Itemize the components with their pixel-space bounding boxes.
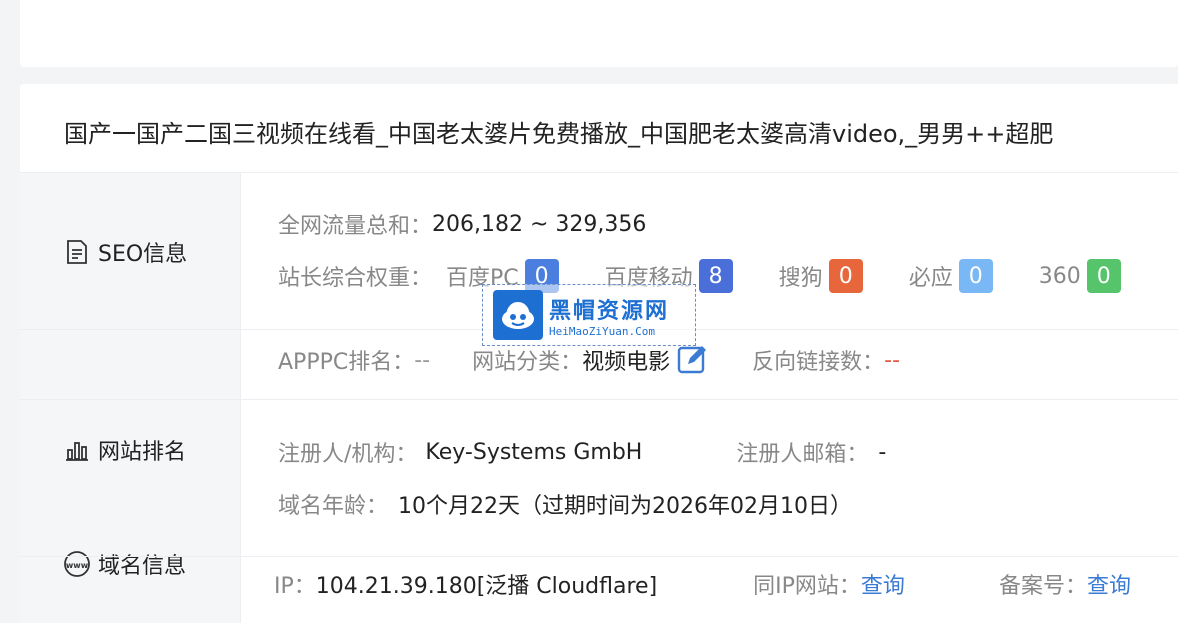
icp-label: 备案号：	[998, 574, 1087, 599]
engine-bing: 必应	[908, 266, 953, 291]
www-icon: www	[62, 549, 92, 579]
traffic-row: 全网流量总和： 206,182 ~ 329,356	[278, 208, 646, 240]
edit-icon[interactable]	[676, 343, 710, 377]
watermark-logo-icon	[493, 290, 543, 340]
badge-baidu-mobile[interactable]: 8	[698, 259, 733, 293]
age-row: 域名年龄： 10个月22天（过期时间为2026年02月10日）	[278, 488, 852, 520]
info-content: 全网流量总和： 206,182 ~ 329,356 站长综合权重： 百度PC 0…	[242, 172, 1178, 623]
site-info-card: 国产一国产二国三视频在线看_中国老太婆片免费播放_中国肥老太婆高清video,_…	[20, 84, 1178, 623]
sidebar-label-rank: 网站排名	[98, 440, 187, 465]
rank-row: APPPC排名： -- 网站分类： 视频电影 反向链接数： --	[278, 342, 900, 378]
same-ip-query-link[interactable]: 查询	[861, 568, 905, 600]
traffic-value: 206,182 ~ 329,356	[432, 211, 647, 237]
sidebar-label-seo: SEO信息	[98, 242, 188, 267]
ip-label: IP：	[274, 574, 316, 599]
ip-row: IP： 104.21.39.180[泛播 Cloudflare] 同IP网站： …	[274, 568, 1131, 600]
watermark-en: HeiMaoZiYuan.Com	[549, 324, 655, 338]
watermark-cn: 黑帽资源网	[549, 298, 670, 324]
apppc-label: APPPC排名：	[278, 350, 415, 375]
backlinks-value: --	[884, 347, 901, 373]
document-icon	[62, 237, 92, 267]
age-label: 域名年龄：	[278, 494, 389, 519]
sidebar-item-rank: 网站排名	[20, 414, 241, 486]
engine-360: 360	[1038, 263, 1081, 289]
registrant-label: 注册人/机构：	[278, 442, 418, 467]
badge-sogou[interactable]: 0	[828, 259, 863, 293]
same-ip-label: 同IP网站：	[753, 574, 861, 599]
site-title: 国产一国产二国三视频在线看_中国老太婆片免费播放_中国肥老太婆高清video,_…	[64, 120, 1054, 148]
registrant-row: 注册人/机构： Key-Systems GmbH 注册人邮箱： -	[278, 436, 886, 468]
sidebar-item-seo: SEO信息	[20, 212, 241, 292]
top-card	[20, 0, 1178, 67]
apppc-value: --	[414, 347, 431, 373]
category-value: 视频电影	[582, 350, 671, 375]
engine-sogou: 搜狗	[778, 266, 823, 291]
svg-text:www: www	[66, 561, 89, 570]
ip-value: 104.21.39.180[泛播 Cloudflare]	[315, 574, 658, 599]
watermark: 黑帽资源网 HeiMaoZiYuan.Com	[482, 284, 696, 346]
email-value: -	[878, 439, 887, 465]
bar-chart-icon	[62, 435, 92, 465]
backlinks-label: 反向链接数：	[752, 350, 885, 375]
weight-row: 站长综合权重： 百度PC 0 百度移动 8 搜狗 0 必应 0 360 0	[278, 258, 1167, 294]
email-label: 注册人邮箱：	[736, 442, 869, 467]
sidebar-label-domain: 域名信息	[98, 554, 187, 579]
age-value: 10个月22天（过期时间为2026年02月10日）	[398, 494, 852, 519]
badge-bing[interactable]: 0	[958, 259, 993, 293]
sidebar-item-domain: www 域名信息	[20, 524, 241, 604]
category-label: 网站分类：	[472, 350, 583, 375]
registrant-value: Key-Systems GmbH	[425, 439, 643, 465]
weight-label: 站长综合权重：	[278, 266, 433, 291]
icp-query-link[interactable]: 查询	[1087, 568, 1131, 600]
badge-360[interactable]: 0	[1086, 259, 1121, 293]
traffic-label: 全网流量总和：	[278, 214, 433, 239]
